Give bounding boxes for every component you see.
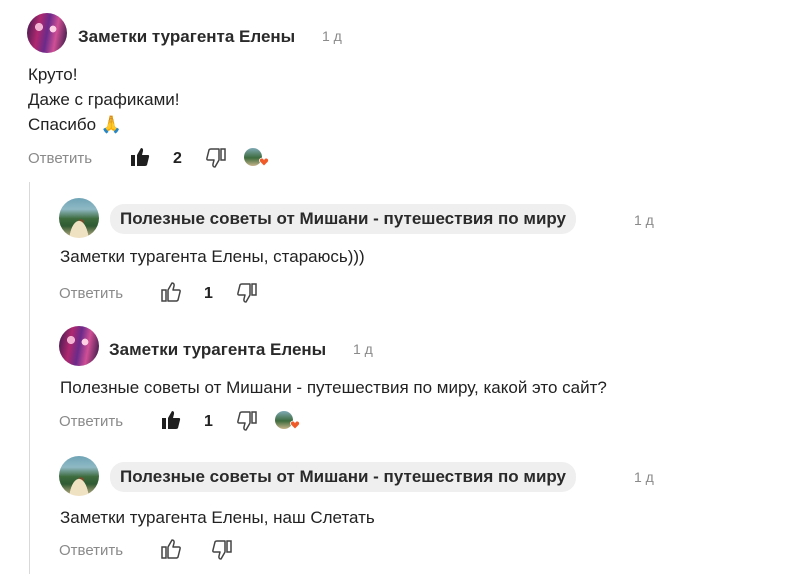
comment-time: 1 д	[353, 341, 373, 357]
thumbs-down-outline-icon[interactable]	[206, 148, 226, 168]
reply-button[interactable]: Ответить	[59, 285, 123, 302]
comment-author[interactable]: Заметки турагента Елены	[109, 340, 326, 360]
comment-author[interactable]: Полезные советы от Мишани - путешествия …	[110, 462, 577, 492]
like-count: 2	[173, 150, 182, 167]
avatar[interactable]	[59, 198, 99, 238]
comment-text: Заметки турагента Елены, стараюсь)))	[60, 247, 365, 266]
thumbs-up-outline-icon[interactable]	[161, 282, 181, 302]
reply-button[interactable]: Ответить	[28, 150, 92, 167]
heart-icon	[290, 420, 300, 430]
thumbs-up-outline-icon[interactable]	[161, 539, 181, 559]
avatar[interactable]	[59, 456, 99, 496]
comment-text: Заметки турагента Елены, наш Слетать	[60, 508, 375, 527]
reply-button[interactable]: Ответить	[59, 413, 123, 430]
author-heart-badge	[275, 410, 303, 432]
thumbs-down-outline-icon[interactable]	[237, 283, 257, 303]
comment-author[interactable]: Полезные советы от Мишани - путешествия …	[110, 204, 577, 234]
comment-text-line: Спасибо 🙏	[28, 115, 123, 134]
comment-time: 1 д	[322, 28, 342, 44]
comment-text-line: Круто!	[28, 65, 78, 84]
thumbs-down-outline-icon[interactable]	[237, 411, 257, 431]
reply-button[interactable]: Ответить	[59, 542, 123, 559]
comment-time: 1 д	[634, 469, 654, 485]
comment-text: Полезные советы от Мишани - путешествия …	[60, 378, 607, 397]
thread-line	[29, 182, 30, 574]
like-count: 1	[204, 413, 213, 430]
like-count: 1	[204, 285, 213, 302]
comment-time: 1 д	[634, 212, 654, 228]
avatar[interactable]	[59, 326, 99, 366]
comment-text-line: Даже с графиками!	[28, 90, 180, 109]
thumbs-up-filled-icon[interactable]	[161, 410, 181, 430]
thumbs-down-outline-icon[interactable]	[212, 540, 232, 560]
comment-author[interactable]: Заметки турагента Елены	[78, 27, 295, 47]
thumbs-up-filled-icon[interactable]	[130, 147, 150, 167]
author-heart-badge	[244, 147, 272, 169]
avatar[interactable]	[27, 13, 67, 53]
heart-icon	[259, 157, 269, 167]
